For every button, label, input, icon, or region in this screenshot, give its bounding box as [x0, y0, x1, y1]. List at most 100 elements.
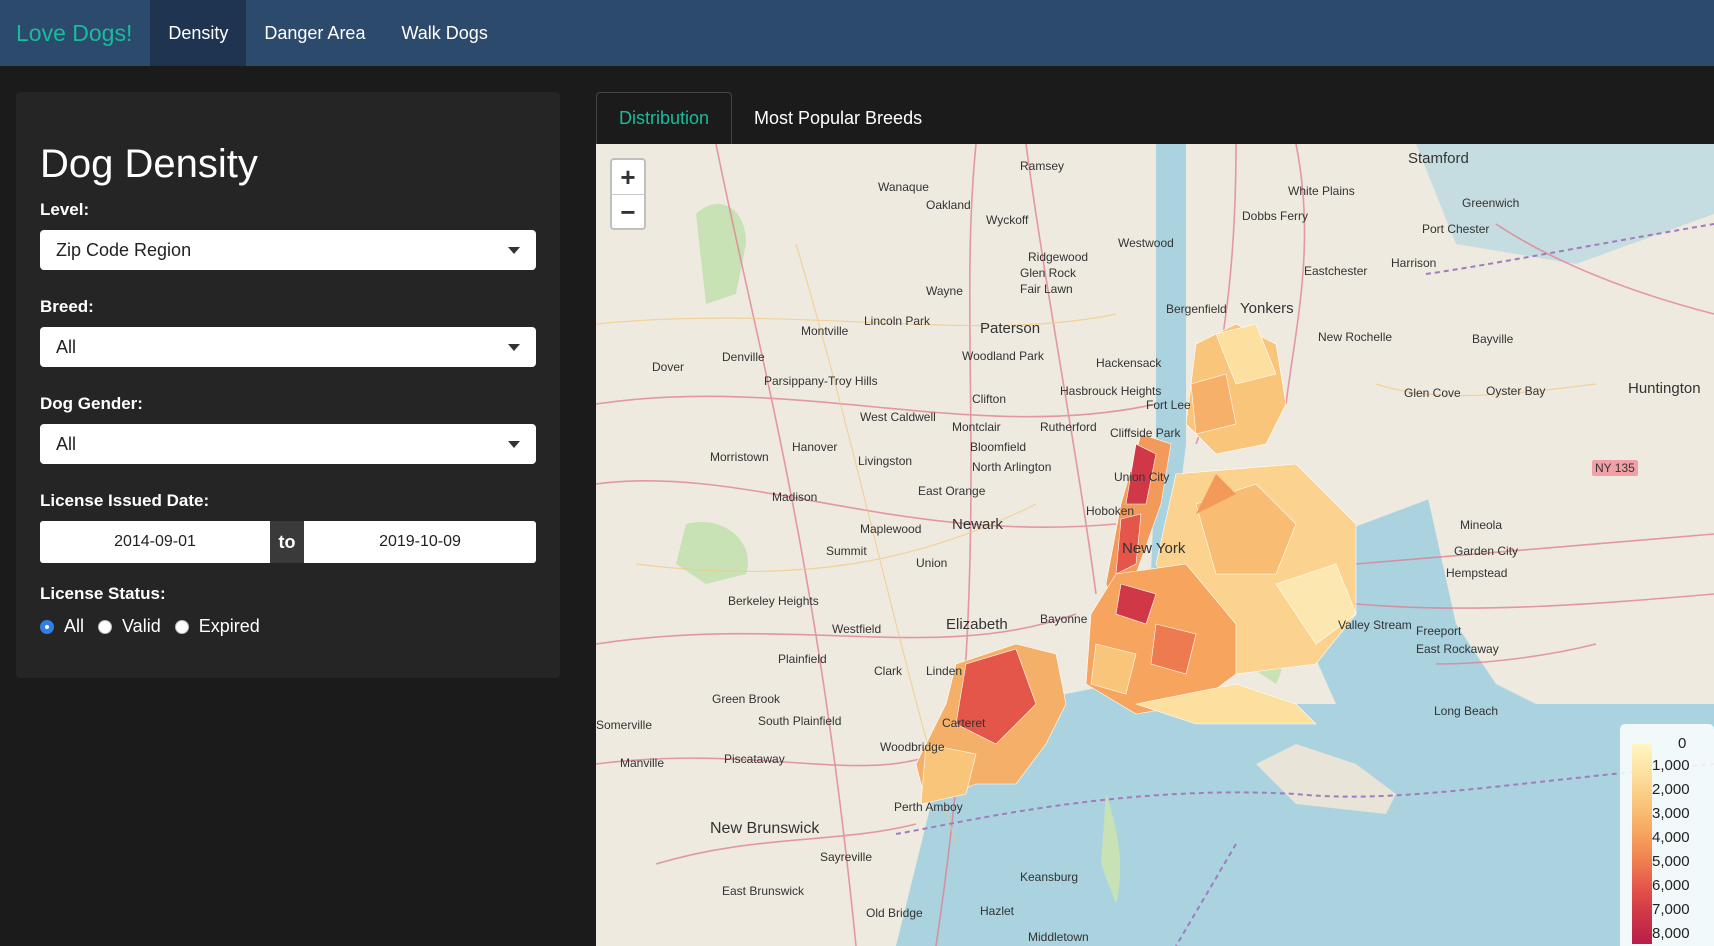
map-place-label: Summit: [826, 544, 867, 558]
map-place-label: Middletown: [1028, 930, 1089, 944]
map-place-label: Oakland: [926, 198, 971, 212]
map-place-label: Dover: [652, 360, 685, 374]
map-place-label: Perth Amboy: [894, 800, 963, 814]
map-place-label: Glen Rock: [1020, 266, 1077, 280]
map-place-label: Bloomfield: [970, 440, 1027, 454]
map-place-label: Dobbs Ferry: [1242, 209, 1309, 223]
legend-label: 3,000: [1652, 805, 1690, 822]
map-place-label: Elizabeth: [946, 616, 1008, 633]
zoom-out-button[interactable]: −: [612, 195, 644, 229]
map-place-label: Long Beach: [1434, 704, 1499, 718]
map-place-label: Union City: [1114, 470, 1170, 484]
license-date-range: 2014-09-01 to 2019-10-09: [40, 521, 536, 563]
license-date-label: License Issued Date:: [40, 491, 210, 510]
sidebar-title: Dog Density: [40, 142, 258, 186]
map-place-label: Valley Stream: [1338, 618, 1412, 632]
map-place-label: Oyster Bay: [1486, 384, 1546, 398]
map-place-label: New Brunswick: [710, 820, 820, 837]
map-place-label: Union: [916, 556, 948, 570]
map-zoom-control: + −: [610, 158, 646, 230]
license-status-label: License Status:: [40, 584, 166, 603]
legend-label: 0: [1678, 735, 1687, 752]
brand-logo-text[interactable]: Love Dogs!: [0, 0, 150, 66]
date-range-separator: to: [270, 521, 304, 563]
map-place-label: Clark: [874, 664, 903, 678]
content-tabs: Distribution Most Popular Breeds: [596, 92, 1714, 144]
map-place-label: Livingston: [858, 454, 913, 468]
legend-color-ramp: [1632, 744, 1652, 944]
breed-label: Breed:: [40, 297, 94, 316]
radio-checked-icon[interactable]: [40, 619, 54, 634]
map-place-label: Greenwich: [1462, 196, 1520, 210]
map-place-label: Hoboken: [1086, 504, 1135, 518]
map-place-label: Ridgewood: [1028, 250, 1089, 264]
legend-label: 2,000: [1652, 781, 1690, 798]
breed-select[interactable]: All: [40, 327, 536, 367]
status-option-valid[interactable]: Valid: [98, 616, 161, 637]
map-place-label: Parsippany-Troy Hills: [764, 374, 878, 388]
map-place-label: Madison: [772, 490, 818, 504]
map-place-label: Westfield: [832, 622, 882, 636]
map-place-label: Carteret: [942, 716, 986, 730]
map-place-label: Paterson: [980, 320, 1041, 337]
dog-gender-select[interactable]: All: [40, 424, 536, 464]
start-date-input[interactable]: 2014-09-01: [40, 521, 270, 563]
nav-item-density[interactable]: Density: [150, 0, 247, 66]
caret-down-icon: [508, 440, 520, 448]
map-place-label: Linden: [926, 664, 963, 678]
nav-item-danger-area[interactable]: Danger Area: [246, 0, 383, 66]
map-place-label: Hazlet: [980, 904, 1015, 918]
map-place-label: East Rockaway: [1416, 642, 1499, 656]
legend-label: 5,000: [1652, 853, 1690, 870]
legend-label: 4,000: [1652, 829, 1690, 846]
map-place-label: Glen Cove: [1404, 386, 1461, 400]
radio-unchecked-icon[interactable]: [174, 619, 189, 634]
map-place-label: Somerville: [596, 718, 653, 732]
map-place-label: East Brunswick: [722, 884, 805, 898]
map-place-label: Montville: [801, 324, 849, 338]
map-place-label: Sayreville: [820, 850, 873, 864]
map-place-label: Wyckoff: [986, 213, 1029, 227]
zoom-in-button[interactable]: +: [612, 160, 644, 195]
map-place-label: Keansburg: [1020, 870, 1079, 884]
map-place-label: Mineola: [1460, 518, 1503, 532]
map-place-label: Cliffside Park: [1110, 426, 1181, 440]
map-place-label: Eastchester: [1304, 264, 1368, 278]
map-place-label: Ramsey: [1020, 159, 1065, 173]
radio-unchecked-icon[interactable]: [98, 619, 113, 634]
legend-label: 7,000: [1652, 901, 1690, 918]
legend-label: 6,000: [1652, 877, 1690, 894]
tab-most-popular-breeds[interactable]: Most Popular Breeds: [754, 92, 922, 144]
map-place-label: New Rochelle: [1318, 330, 1393, 344]
map-place-label: Piscataway: [724, 752, 785, 766]
map-place-label: West Caldwell: [860, 410, 936, 424]
map-place-label: Bayonne: [1040, 612, 1088, 626]
end-date-input[interactable]: 2019-10-09: [304, 521, 536, 563]
caret-down-icon: [508, 246, 520, 254]
nav-item-walk-dogs[interactable]: Walk Dogs: [383, 0, 505, 66]
map-place-label: North Arlington: [972, 460, 1052, 474]
status-option-all[interactable]: All: [40, 616, 84, 637]
level-label: Level:: [40, 200, 90, 219]
map-place-label: Maplewood: [860, 522, 922, 536]
tab-distribution[interactable]: Distribution: [596, 92, 732, 144]
map-place-label: Garden City: [1454, 544, 1519, 558]
level-select-value: Zip Code Region: [56, 239, 192, 260]
level-select[interactable]: Zip Code Region: [40, 230, 536, 270]
dog-gender-label: Dog Gender:: [40, 394, 143, 413]
map-place-label: Fair Lawn: [1020, 282, 1073, 296]
map-place-label: Berkeley Heights: [728, 594, 819, 608]
map-place-label: Bayville: [1472, 332, 1514, 346]
density-map[interactable]: Stamford Ramsey Wanaque Oakland Wyckoff …: [596, 144, 1714, 946]
map-place-label: Harrison: [1391, 256, 1437, 270]
map-place-label: Hasbrouck Heights: [1060, 384, 1162, 398]
map-place-label: East Orange: [918, 484, 986, 498]
status-option-expired[interactable]: Expired: [174, 616, 260, 637]
map-place-label: Yonkers: [1240, 300, 1294, 317]
map-place-label: Woodland Park: [962, 349, 1044, 363]
map-place-label: Manville: [620, 756, 665, 770]
map-place-label: Bergenfield: [1166, 302, 1227, 316]
status-option-label: All: [64, 616, 85, 636]
map-place-label: Westwood: [1118, 236, 1174, 250]
map-place-label: Newark: [952, 516, 1003, 533]
